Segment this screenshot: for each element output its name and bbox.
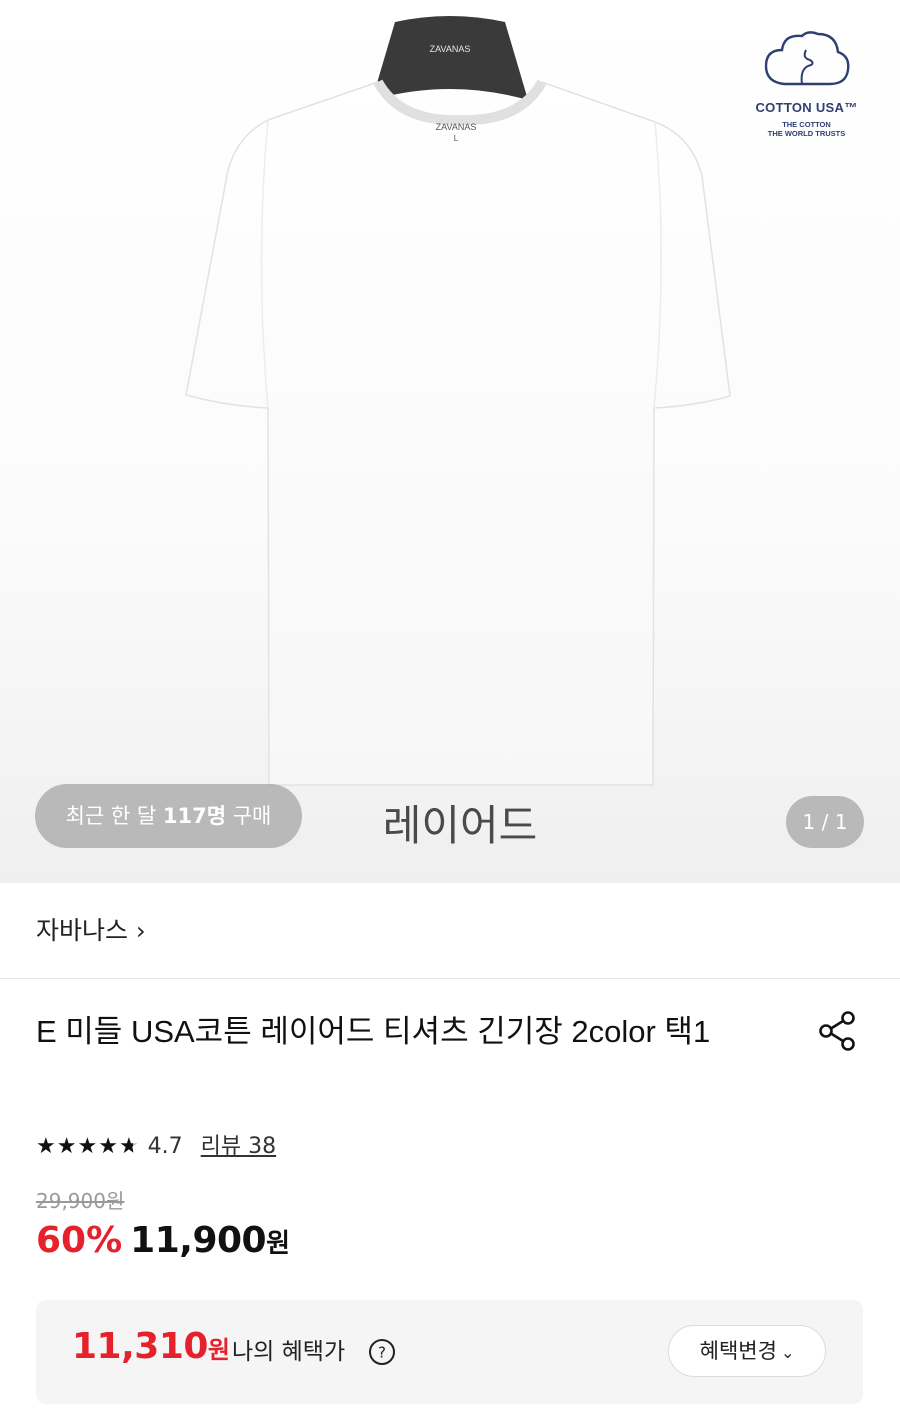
sale-price-unit: 원 (266, 1229, 291, 1259)
benefit-price: 11,310 원 (72, 1326, 230, 1378)
brand-row: 자바나스 › (0, 883, 900, 979)
help-icon[interactable]: ? (368, 1338, 396, 1366)
star-icon: ★ (98, 1134, 118, 1159)
benefit-label: 나의 혜택가 (232, 1339, 346, 1365)
sale-price: 11,900 (130, 1220, 267, 1261)
benefit-amount: 11,310 (72, 1326, 208, 1367)
star-icon: ★ (56, 1134, 77, 1159)
product-image-carousel[interactable]: ZAVANAS ZAVANAS L COTTON USA™ THE COTTON… (0, 0, 900, 883)
benefit-box: 11,310 원 나의 혜택가 ? 혜택변경 ⌄ (36, 1300, 863, 1404)
hanger-shape (372, 16, 528, 100)
brand-name: 자바나스 (36, 916, 129, 945)
star-icon: ★ (36, 1134, 56, 1159)
rating-row: ★ ★ ★ ★ ★ 4.7 리뷰 38 (36, 1128, 276, 1166)
cotton-logo-subtitle-1: THE COTTON (782, 120, 831, 129)
star-icon: ★ (77, 1134, 98, 1159)
star-icon: ★ (119, 1128, 139, 1166)
buyers-prefix: 최근 한 달 (65, 804, 163, 828)
cotton-logo-subtitle: THE COTTON THE WORLD TRUSTS (744, 120, 869, 138)
buyers-suffix: 구매 (226, 804, 272, 828)
rating-stars: ★ ★ ★ ★ ★ (36, 1128, 140, 1166)
review-link[interactable]: 리뷰 38 (201, 1128, 276, 1166)
cotton-boll-icon (764, 31, 850, 86)
discount-rate: 60% (36, 1220, 123, 1261)
change-benefit-button[interactable]: 혜택변경 ⌄ (668, 1325, 826, 1377)
cotton-logo-title: COTTON USA™ (755, 100, 858, 115)
change-benefit-label: 혜택변경 (699, 1339, 777, 1363)
price-row: 60% 11,900 원 (36, 1220, 290, 1272)
image-counter: 1 / 1 (786, 796, 864, 848)
brand-link[interactable]: 자바나스 › (36, 911, 146, 951)
shirt-label-brand: ZAVANAS (436, 122, 477, 132)
chevron-down-icon: ⌄ (780, 1343, 795, 1362)
tshirt-body (185, 81, 731, 786)
product-title: E 미들 USA코튼 레이어드 티셔츠 긴기장 2color 택1 (36, 1014, 711, 1049)
chevron-right-icon: › (136, 917, 146, 945)
cotton-logo-subtitle-2: THE WORLD TRUSTS (767, 129, 846, 138)
hanger-brand-text: ZAVANAS (430, 44, 471, 54)
svg-text:?: ? (378, 1344, 386, 1362)
shirt-label-size: L (454, 134, 459, 143)
buyers-count: 117명 (162, 804, 227, 828)
share-icon[interactable] (816, 1009, 860, 1053)
benefit-unit: 원 (207, 1336, 231, 1364)
cotton-usa-logo: COTTON USA™ THE COTTON THE WORLD TRUSTS (744, 26, 869, 144)
hero-caption: 레이어드 (382, 801, 538, 850)
recent-buyers-badge: 최근 한 달 117명 구매 (35, 784, 302, 848)
rating-value: 4.7 (147, 1134, 183, 1159)
original-price: 29,900원 (36, 1189, 125, 1213)
